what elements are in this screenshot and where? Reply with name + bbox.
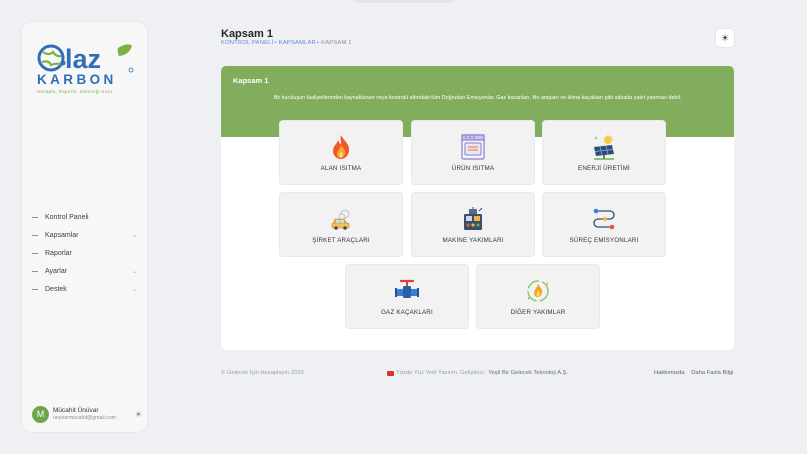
tile-label: SÜREÇ EMİSYONLARI <box>569 237 639 244</box>
breadcrumb-kapsamlar[interactable]: KAPSAMLAR <box>279 40 316 46</box>
tile-alan-isitma[interactable]: ALAN ISITMA <box>280 121 402 184</box>
dash-icon <box>32 288 38 290</box>
recycle-fire-icon <box>527 280 549 302</box>
footer-copyright: © Gelecek İçin Hesaplayın 2023 <box>221 370 304 376</box>
top-notch <box>355 0 453 3</box>
banner-description: Bir kuruluşun faaliyetlerinden kaynaklan… <box>273 95 682 101</box>
tile-enerji-uretimi[interactable]: ENERJİ ÜRETİMİ <box>543 121 665 184</box>
tile-urun-isitma[interactable]: ÜRÜN ISITMA <box>412 121 534 184</box>
user-email: unuvarmucahit@gmail.com <box>53 415 116 421</box>
chevron-down-icon: ⌄ <box>131 268 137 275</box>
sidebar: laz KARBON Hesapla, Raporla, Geleceği Ko… <box>22 22 147 432</box>
tile-label: DİĞER YAKIMLAR <box>510 309 566 316</box>
machine-icon <box>464 207 483 230</box>
dash-icon <box>32 216 38 218</box>
car-icon <box>331 209 350 230</box>
logo-wordmark-laz: laz <box>65 44 101 74</box>
scope-card: Kapsam 1 Bir kuruluşun faaliyetlerinden … <box>221 66 734 350</box>
footer-developer: Yüzde Yüz Yerli Yazılım. Geliştirici: Ye… <box>387 370 568 376</box>
sidebar-item-label: Raporlar <box>45 249 72 257</box>
process-icon <box>593 208 615 230</box>
sidebar-nav: Kontrol Paneli Kapsamlar ⌄ Raporlar Ayar… <box>32 208 137 298</box>
logo-wordmark-karbon: KARBON <box>37 72 117 87</box>
footer-mid-text: Yüzde Yüz Yerli Yazılım. Geliştirici: <box>396 370 486 376</box>
breadcrumb-current: KAPSAM 1 <box>321 40 352 46</box>
banner-title: Kapsam 1 <box>233 76 269 85</box>
logo-tagline: Hesapla, Raporla, Geleceği Koru <box>37 89 112 94</box>
tile-label: MAKİNE YAKIMLARI <box>442 237 504 244</box>
sidebar-item-kontrol-paneli[interactable]: Kontrol Paneli <box>32 208 137 226</box>
tile-gaz-kacaklari[interactable]: GAZ KAÇAKLARI <box>346 265 468 328</box>
flame-icon <box>333 135 350 159</box>
user-name: Mücahit Ünüvar <box>53 407 99 414</box>
tile-label: ALAN ISITMA <box>320 165 362 172</box>
alaz-karbon-logo: laz KARBON Hesapla, Raporla, Geleceği Ko… <box>37 44 134 94</box>
tile-label: ŞİRKET ARAÇLARI <box>312 237 370 244</box>
sidebar-item-kapsamlar[interactable]: Kapsamlar ⌄ <box>32 226 137 244</box>
sun-icon: ☀ <box>720 32 730 43</box>
tile-label: ENERJİ ÜRETİMİ <box>578 165 630 172</box>
sidebar-item-label: Ayarlar <box>45 267 68 275</box>
breadcrumb: KONTROL PANELİ• KAPSAMLAR• KAPSAM 1 <box>221 40 352 46</box>
tile-makine-yakimlari[interactable]: MAKİNE YAKIMLARI <box>412 193 534 256</box>
breadcrumb-separator: • <box>316 40 320 46</box>
tile-diger-yakimlar[interactable]: DİĞER YAKIMLAR <box>477 265 599 328</box>
user-profile[interactable]: M Mücahit Ünüvar unuvarmucahit@gmail.com… <box>32 404 142 424</box>
tile-surec-emisyonlari[interactable]: SÜREÇ EMİSYONLARI <box>543 193 665 256</box>
oven-icon <box>461 134 485 160</box>
sidebar-item-label: Destek <box>45 285 67 293</box>
footer-company[interactable]: Yeşil Bir Gelecek Teknoloji A.Ş. <box>488 370 568 376</box>
sidebar-item-ayarlar[interactable]: Ayarlar ⌄ <box>32 262 137 280</box>
turkey-flag-icon <box>387 370 394 376</box>
sidebar-item-label: Kontrol Paneli <box>45 213 89 221</box>
sun-icon[interactable]: ☀ <box>135 410 142 419</box>
footer-links: Hakkımızda Daha Fazla Bilgi <box>654 370 733 376</box>
solar-panel-icon <box>594 134 614 160</box>
dash-icon <box>32 270 38 272</box>
tile-label: GAZ KAÇAKLARI <box>381 309 433 316</box>
breadcrumb-kontrol-paneli[interactable]: KONTROL PANELİ <box>221 40 273 46</box>
page-title: Kapsam 1 <box>221 28 273 40</box>
footer-link-more-info[interactable]: Daha Fazla Bilgi <box>691 370 733 376</box>
valve-icon <box>395 279 419 298</box>
theme-toggle-button[interactable]: ☀ <box>716 29 734 47</box>
chevron-down-icon: ⌄ <box>131 232 137 239</box>
tile-label: ÜRÜN ISITMA <box>451 165 495 172</box>
breadcrumb-separator: • <box>274 40 277 46</box>
sidebar-item-raporlar[interactable]: Raporlar <box>32 244 137 262</box>
footer-link-about[interactable]: Hakkımızda <box>654 370 685 376</box>
dash-icon <box>32 234 38 236</box>
avatar: M <box>32 405 49 423</box>
sidebar-item-destek[interactable]: Destek ⌄ <box>32 280 137 298</box>
chevron-down-icon: ⌄ <box>131 286 137 293</box>
brand-logo[interactable]: laz KARBON Hesapla, Raporla, Geleceği Ko… <box>34 32 137 110</box>
dash-icon <box>32 252 38 254</box>
tile-sirket-araclari[interactable]: ŞİRKET ARAÇLARI <box>280 193 402 256</box>
sidebar-item-label: Kapsamlar <box>45 231 79 239</box>
